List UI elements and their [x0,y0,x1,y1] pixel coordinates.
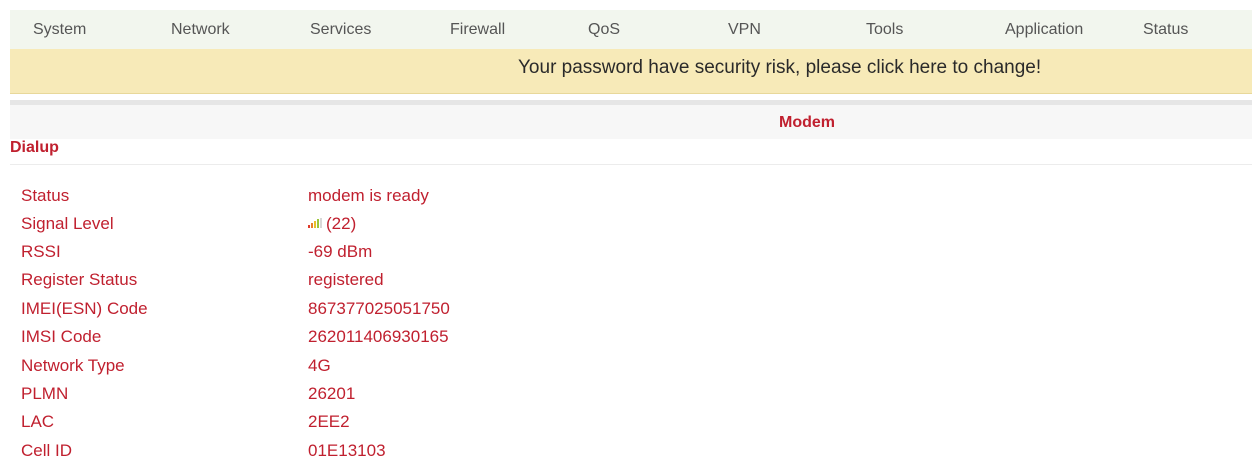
nav-vpn[interactable]: VPN [728,10,761,49]
network-type-label: Network Type [21,356,125,375]
nav-application[interactable]: Application [1005,10,1083,49]
nav-services[interactable]: Services [310,10,371,49]
lac-value: 2EE2 [308,412,350,431]
nav-network[interactable]: Network [171,10,230,49]
cell-id-value: 01E13103 [308,441,386,460]
info-row-imei: IMEI(ESN) Code 867377025051750 [0,295,1252,323]
imsi-value: 262011406930165 [308,327,449,346]
nav-system[interactable]: System [33,10,86,49]
imei-value: 867377025051750 [308,299,450,318]
signal-level-value: (22) [326,214,357,233]
imsi-label: IMSI Code [21,327,102,346]
lac-label: LAC [21,412,55,431]
plmn-label: PLMN [21,384,69,403]
plmn-value: 26201 [308,384,356,403]
status-value: modem is ready [308,186,429,205]
nav-status[interactable]: Status [1143,10,1188,49]
register-status-label: Register Status [21,270,138,289]
info-row-network-type: Network Type 4G [0,352,1252,380]
info-row-signal-level: Signal Level (22) [0,210,1252,238]
nav-firewall[interactable]: Firewall [450,10,505,49]
rssi-label: RSSI [21,242,61,261]
security-warning-banner: Your password have security risk, please… [10,49,1252,94]
signal-level-label: Signal Level [21,214,114,233]
register-status-value: registered [308,270,384,289]
rssi-value: -69 dBm [308,242,373,261]
signal-bars-icon [308,218,322,229]
section-title: Modem [779,114,835,131]
change-password-link[interactable]: Your password have security risk, please… [518,49,1041,87]
info-row-lac: LAC 2EE2 [0,408,1252,436]
cell-id-label: Cell ID [21,441,73,460]
status-label: Status [21,186,70,205]
info-row-plmn: PLMN 26201 [0,380,1252,408]
subsection-divider [10,164,1252,165]
info-row-rssi: RSSI -69 dBm [0,238,1252,266]
info-row-status: Status modem is ready [0,182,1252,210]
subsection-title: Dialup [10,139,59,156]
info-row-imsi: IMSI Code 262011406930165 [0,323,1252,351]
network-type-value: 4G [308,356,331,375]
imei-label: IMEI(ESN) Code [21,299,148,318]
info-row-register-status: Register Status registered [0,266,1252,294]
nav-qos[interactable]: QoS [588,10,620,49]
section-header-band [10,105,1252,139]
nav-tools[interactable]: Tools [866,10,903,49]
info-row-cell-id: Cell ID 01E13103 [0,437,1252,465]
main-nav: System Network Services Firewall QoS VPN… [10,10,1252,50]
signal-level-value-wrap: (22) [308,210,356,238]
